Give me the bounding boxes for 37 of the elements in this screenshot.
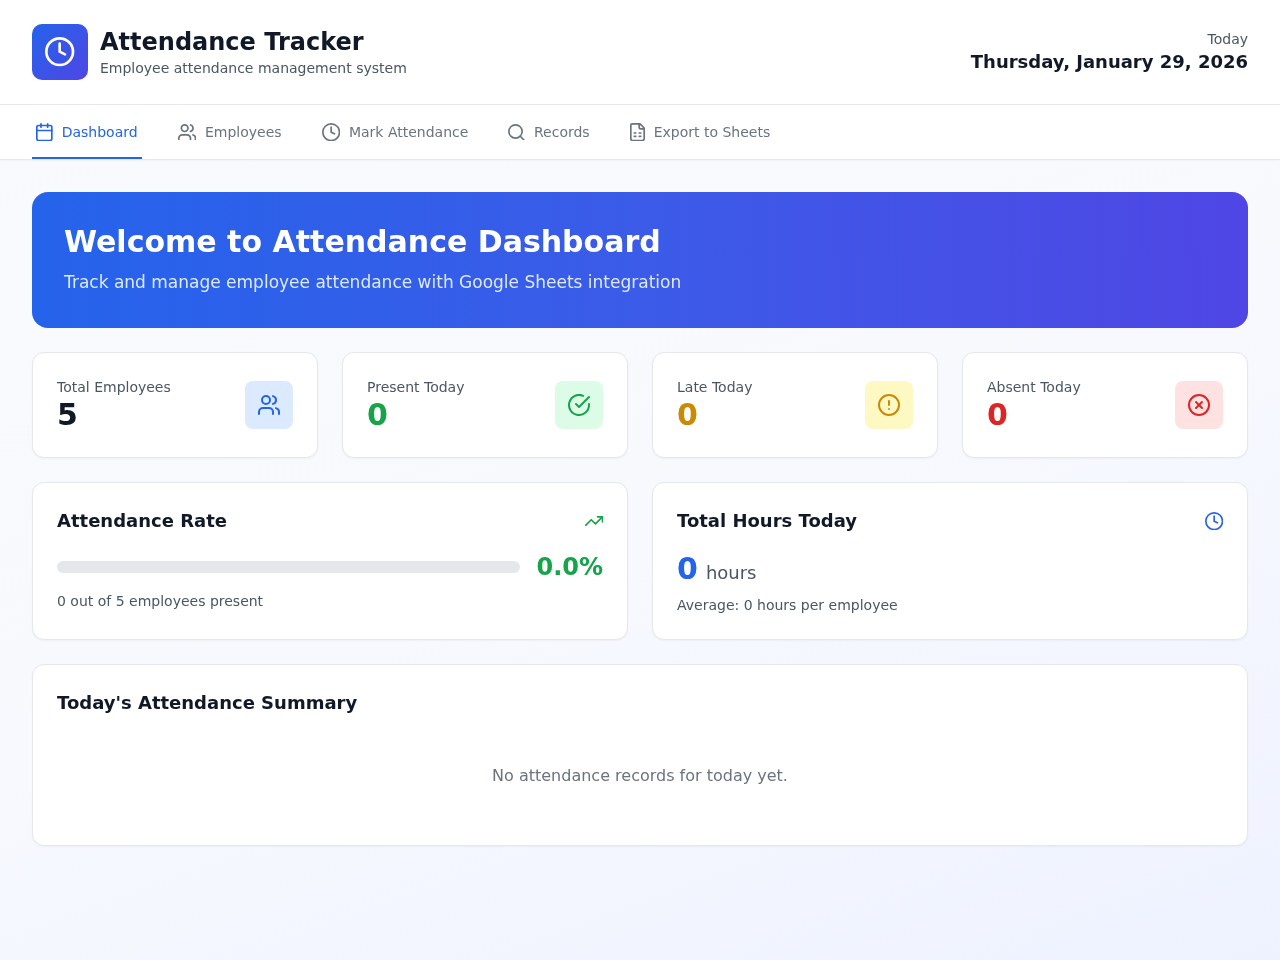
card-title: Total Hours Today bbox=[677, 509, 857, 533]
nav-tab[interactable]: Export to Sheets bbox=[625, 105, 775, 159]
stat-value: 0 bbox=[367, 397, 389, 433]
stat-value: 0 bbox=[987, 397, 1009, 433]
clock-icon bbox=[321, 122, 340, 142]
rate-caption: 0 out of 5 employees present bbox=[57, 592, 265, 611]
users-icon bbox=[245, 381, 293, 429]
trending-up-icon bbox=[584, 516, 603, 526]
date-label: Today bbox=[1206, 30, 1248, 49]
date-text: Thursday, January 29, 2026 bbox=[970, 50, 1248, 74]
stat-value: 0 bbox=[677, 397, 699, 433]
app-title: Attendance Tracker bbox=[100, 27, 365, 58]
card-title: Today's Attendance Summary bbox=[57, 691, 359, 715]
app-subtitle: Employee attendance management system bbox=[100, 59, 407, 78]
nav-tab[interactable]: Dashboard bbox=[32, 105, 142, 159]
clock-icon bbox=[32, 24, 88, 80]
hours-unit: hours bbox=[705, 561, 757, 585]
banner-title: Welcome to Attendance Dashboard bbox=[64, 224, 662, 260]
stat-label: Present Today bbox=[367, 378, 465, 397]
calendar-icon bbox=[36, 122, 53, 142]
users-icon bbox=[177, 123, 196, 141]
hours-caption: Average: 0 hours per employee bbox=[677, 596, 899, 615]
nav-tab[interactable]: Records bbox=[504, 105, 594, 159]
nav-tab[interactable]: Mark Attendance bbox=[317, 105, 473, 159]
stat-label: Absent Today bbox=[987, 378, 1081, 397]
rate-percentage: 0.0% bbox=[536, 552, 603, 583]
spreadsheet-file-icon bbox=[629, 122, 645, 142]
clock-icon bbox=[1204, 511, 1223, 531]
hours-value: 0 bbox=[677, 551, 698, 587]
search-icon bbox=[508, 123, 525, 141]
card-title: Attendance Rate bbox=[57, 509, 227, 533]
stat-value: 5 bbox=[57, 397, 79, 433]
empty-message: No attendance records for today yet. bbox=[491, 765, 789, 787]
stat-label: Total Employees bbox=[57, 378, 171, 397]
stat-label: Late Today bbox=[677, 378, 753, 397]
banner-subtitle: Track and manage employee attendance with Google Sheets integration bbox=[64, 271, 683, 294]
nav-tab[interactable]: Employees bbox=[173, 105, 286, 159]
